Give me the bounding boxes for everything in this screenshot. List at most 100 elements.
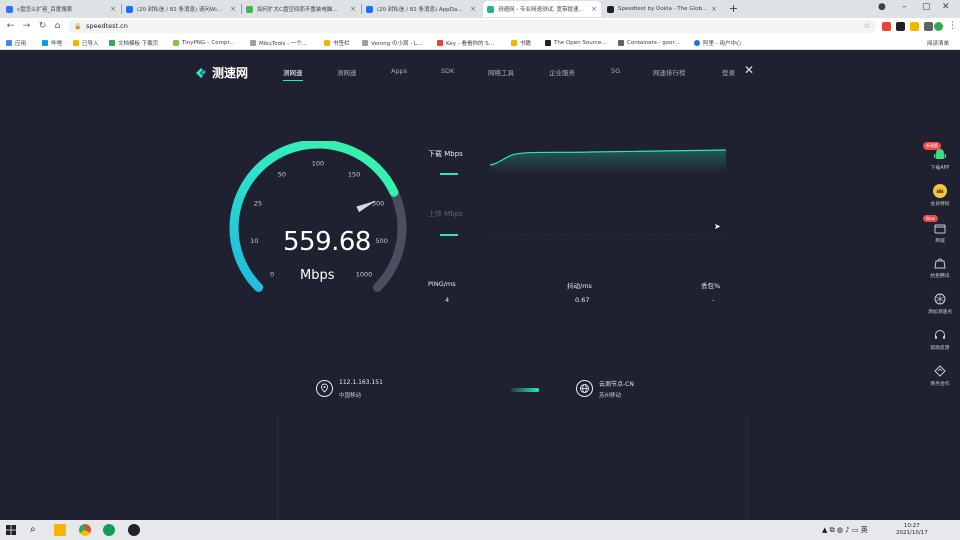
add-node-button[interactable]: 添加测速点 <box>920 292 960 315</box>
shop-button[interactable]: New 商城 <box>920 215 960 244</box>
file-explorer-icon[interactable] <box>54 524 66 536</box>
tab-close-icon[interactable]: × <box>110 5 116 13</box>
taskbar: ⌕ ▲ ⧉ ◍ ♪ ▭ 英 10:27 2021/10/17 <box>0 520 960 540</box>
business-button[interactable]: 商务合作 <box>920 364 960 387</box>
nav-speedtest[interactable]: 测网速 <box>283 67 303 81</box>
extension-icon[interactable] <box>896 22 905 31</box>
logo-icon <box>196 67 206 78</box>
connection-indicator <box>511 388 539 392</box>
browser-tab[interactable]: 如何扩大C盘空间而不重装电脑... × <box>242 1 360 17</box>
download-app-button[interactable]: 新速版 下载APP <box>920 142 960 171</box>
tab-close-icon[interactable]: × <box>591 5 597 13</box>
avatar[interactable] <box>934 22 943 31</box>
bookmark-item[interactable]: 哔哩 <box>42 38 62 47</box>
maximize-icon[interactable]: ▢ <box>922 2 931 12</box>
server-name[interactable]: 云测节点-CN <box>599 379 634 388</box>
client-isp: 中国移动 <box>339 393 362 399</box>
bookmark-label: 应用 <box>15 40 27 47</box>
site-logo[interactable]: 测速网 <box>194 64 248 81</box>
new-badge: New <box>923 215 938 222</box>
windows-start-icon[interactable] <box>5 524 17 536</box>
bookmark-item[interactable]: 文档模板 下载页 <box>109 38 158 47</box>
bookmark-item[interactable]: Key - 看看你的 S... <box>437 38 494 47</box>
bookmark-item[interactable]: MikuTools - 一个... <box>250 38 307 47</box>
server-isp: 苏州移动 <box>599 393 622 399</box>
tab-favicon <box>607 5 614 13</box>
address-bar[interactable]: 🔒 speedtest.cn ☆ <box>68 20 876 33</box>
speed-value: 559.68 <box>283 227 371 257</box>
bookmark-item[interactable]: 阿里 - 用户中心 <box>694 38 741 47</box>
tab-close-icon[interactable]: × <box>470 5 476 13</box>
nav-sdk[interactable]: SDK <box>441 67 454 75</box>
bookmark-item[interactable]: Verong の小窝 - L... <box>362 38 422 47</box>
new-tab-button[interactable]: + <box>727 2 740 15</box>
lock-icon: 🔒 <box>74 23 82 30</box>
bookmark-label: The Open Source... <box>554 39 607 46</box>
clock[interactable]: 10:27 2021/10/17 <box>896 523 928 537</box>
gauge-tick-label: 50 <box>278 170 286 178</box>
bookmark-item[interactable]: 书签栏 <box>324 38 350 47</box>
download-indicator <box>440 173 458 175</box>
browser-tab[interactable]: c盘怎么扩容_百度搜索 × <box>2 1 120 17</box>
reload-icon[interactable]: ↻ <box>36 20 49 33</box>
vip-button[interactable]: 会员特权 <box>920 184 960 207</box>
speed-unit: Mbps <box>300 268 335 283</box>
extension-icon[interactable] <box>910 22 919 31</box>
help-feedback-button[interactable]: 帮助反馈 <box>920 328 960 351</box>
nav-speedtest-2[interactable]: 测网速 <box>337 67 357 77</box>
download-graph <box>490 149 726 173</box>
bookmark-item[interactable]: 应用 <box>6 38 26 47</box>
bookmark-item[interactable]: The Open Source... <box>545 38 607 47</box>
system-tray[interactable]: ▲ ⧉ ◍ ♪ ▭ 英 <box>822 525 868 535</box>
profile-icon[interactable]: ● <box>878 2 886 12</box>
tab-favicon <box>6 5 13 13</box>
nav-apps[interactable]: Apps <box>391 67 407 75</box>
nav-network-tools[interactable]: 网络工具 <box>488 67 514 77</box>
nav-login[interactable]: 登录 <box>722 67 735 77</box>
tab-close-icon[interactable]: × <box>230 5 236 13</box>
browser-tab-active[interactable]: 测速网 - 专业网速测试, 宽带提速... × <box>483 1 601 17</box>
bookmark-item[interactable]: 已导入 <box>73 38 99 47</box>
reading-list[interactable]: 阅读清单 <box>918 38 949 47</box>
browser-tab[interactable]: (20 封私信 / 82 条消息) AppDa... × <box>362 1 480 17</box>
browser-tab[interactable]: Speedtest by Ookla - The Glob... × <box>603 1 721 17</box>
home-icon[interactable]: ⌂ <box>51 20 64 33</box>
tab-close-icon[interactable]: × <box>350 5 356 13</box>
clock-time: 10:27 <box>903 523 920 529</box>
nav-enterprise[interactable]: 企业服务 <box>549 67 575 77</box>
new-version-badge: 新速版 <box>923 142 941 150</box>
tab-close-icon[interactable]: × <box>711 5 717 13</box>
bookmark-label: Containers - goor... <box>627 39 680 46</box>
shop-label: 商城 <box>935 239 945 244</box>
menu-icon[interactable]: ⋮ <box>946 20 959 33</box>
minimize-icon[interactable]: – <box>902 2 907 12</box>
mouse-cursor: ➤ <box>714 222 721 231</box>
back-icon[interactable]: ← <box>4 20 17 33</box>
network-icon <box>934 293 946 305</box>
tab-title: c盘怎么扩容_百度搜索 <box>17 7 73 13</box>
nav-5g[interactable]: 5G <box>611 67 620 75</box>
browser-tab[interactable]: (20 封私信 / 82 条消息) 请问Wi... × <box>122 1 240 17</box>
nav-ranking[interactable]: 网速排行榜 <box>653 67 686 77</box>
app-icon[interactable] <box>103 524 115 536</box>
search-icon[interactable]: ⌕ <box>30 524 42 536</box>
bookmark-item[interactable]: 书籍 <box>511 38 531 47</box>
close-icon[interactable]: ✕ <box>744 64 754 76</box>
divider <box>277 414 278 520</box>
forward-icon[interactable]: → <box>20 20 33 33</box>
packet-loss-value: - <box>712 296 715 304</box>
window-close-icon[interactable]: ✕ <box>942 2 950 12</box>
app-icon[interactable] <box>128 524 140 536</box>
extension-icon[interactable] <box>882 22 891 31</box>
bookmark-item[interactable]: TinyPNG – Compr... <box>173 38 234 47</box>
tab-favicon <box>366 5 373 13</box>
gauge-tick-label: 10 <box>250 237 258 245</box>
tab-title: (20 封私信 / 82 条消息) 请问Wi... <box>137 7 222 13</box>
extension-icon[interactable] <box>924 22 933 31</box>
bookmark-star-icon[interactable]: ☆ <box>864 20 870 33</box>
gauge-tick-label: 150 <box>348 170 360 178</box>
chrome-icon[interactable] <box>79 524 91 536</box>
bookmark-item[interactable]: Containers - goor... <box>618 38 679 47</box>
bookmark-label: 文档模板 下载页 <box>118 40 159 47</box>
bag-button[interactable]: 抗拒腾讯 <box>920 256 960 279</box>
